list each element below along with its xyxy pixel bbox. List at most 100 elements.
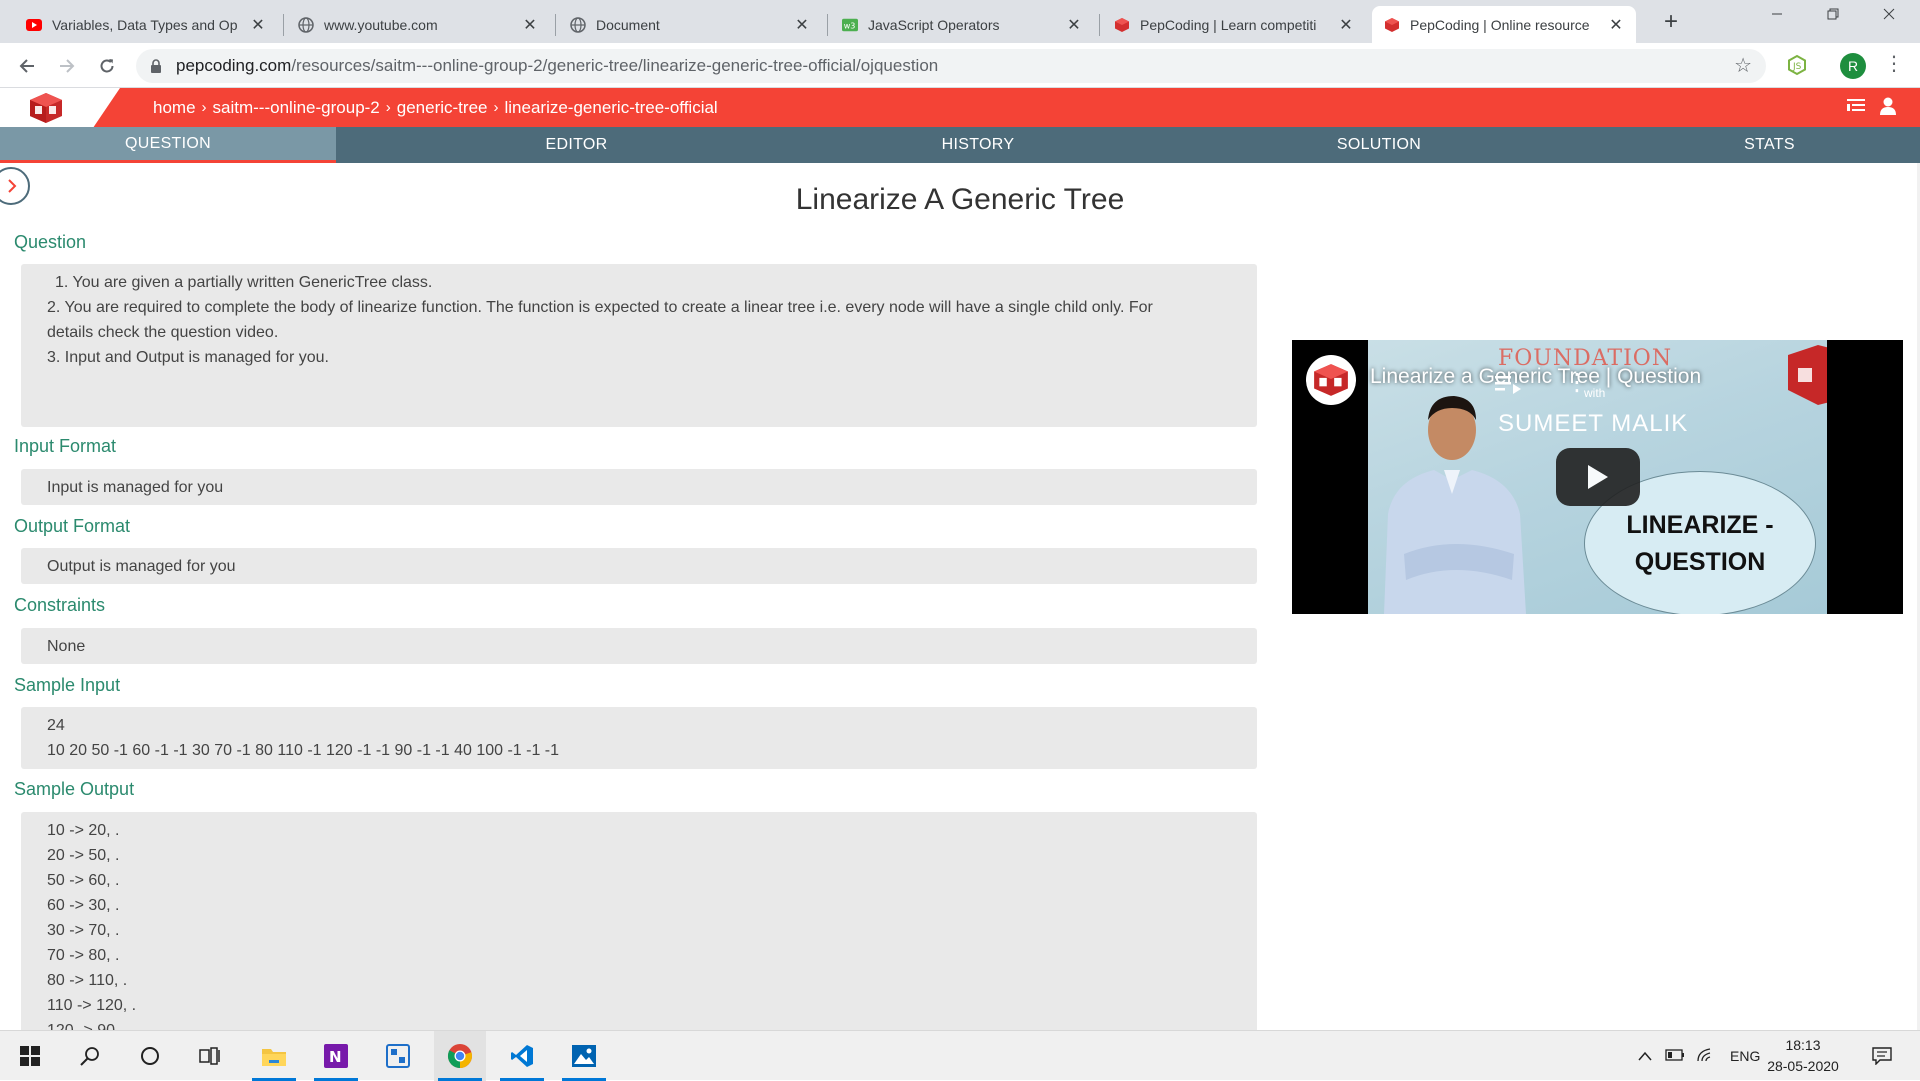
- close-icon[interactable]: ✕: [250, 15, 266, 35]
- tab-title: Document: [596, 16, 660, 33]
- onenote-icon[interactable]: N: [310, 1031, 362, 1081]
- play-button[interactable]: [1556, 448, 1640, 506]
- breadcrumb-topic[interactable]: generic-tree: [397, 98, 488, 118]
- sample-input-label: Sample Input: [14, 675, 121, 695]
- channel-logo[interactable]: [1306, 355, 1356, 405]
- browser-toolbar: pepcoding.com/resources/saitm---online-g…: [0, 43, 1920, 88]
- tab-question[interactable]: QUESTION: [0, 127, 336, 163]
- sample-input-line: 10 20 50 -1 60 -1 -1 30 70 -1 80 110 -1 …: [47, 742, 560, 759]
- clock-date: 28-05-2020: [1767, 1058, 1839, 1074]
- close-icon[interactable]: ✕: [1066, 15, 1082, 35]
- restore-icon[interactable]: [1810, 4, 1856, 25]
- video-topic-line: QUESTION: [1634, 547, 1766, 576]
- browser-tab-strip: Variables, Data Types and Op ✕ www.youtu…: [0, 0, 1920, 43]
- cortana-icon[interactable]: [124, 1031, 176, 1081]
- tab-solution[interactable]: SOLUTION: [1139, 127, 1619, 163]
- close-icon[interactable]: ✕: [1338, 15, 1354, 35]
- constraints-label: Constraints: [14, 595, 106, 615]
- url-host: pepcoding.com: [176, 56, 292, 75]
- list-icon[interactable]: [1846, 96, 1868, 118]
- output-format-body: Output is managed for you: [21, 548, 1257, 584]
- youtube-icon: [26, 17, 42, 33]
- vscode-icon[interactable]: [496, 1031, 548, 1081]
- question-panel: Linearize A Generic Tree Question 1. You…: [0, 163, 1920, 1030]
- sample-output-label: Sample Output: [14, 779, 135, 799]
- new-tab-button[interactable]: +: [1656, 8, 1686, 36]
- notifications-icon[interactable]: [1856, 1031, 1908, 1081]
- tab-title: www.youtube.com: [324, 16, 438, 33]
- sample-input-line: 24: [47, 717, 65, 734]
- tab-history[interactable]: HISTORY: [817, 127, 1139, 163]
- browser-tab-active[interactable]: PepCoding | Online resource ✕: [1372, 6, 1636, 43]
- problem-tabs: QUESTION EDITOR HISTORY SOLUTION STATS: [0, 127, 1920, 163]
- browser-tab[interactable]: PepCoding | Learn competiti ✕: [1102, 6, 1366, 43]
- forward-arrow-icon[interactable]: [52, 51, 82, 81]
- sample-output-line: 60 -> 30, .: [47, 897, 120, 914]
- browser-tab[interactable]: www.youtube.com ✕: [286, 6, 550, 43]
- chevron-right-icon: ›: [385, 99, 391, 116]
- user-icon[interactable]: [1878, 96, 1900, 118]
- file-explorer-icon[interactable]: [248, 1031, 300, 1081]
- address-bar[interactable]: pepcoding.com/resources/saitm---online-g…: [136, 49, 1766, 83]
- close-icon[interactable]: ✕: [522, 15, 538, 35]
- profile-avatar[interactable]: R: [1840, 53, 1866, 79]
- windows-taskbar: N ENG 18:13 28-05-2020: [0, 1030, 1920, 1081]
- tab-divider: [827, 14, 828, 36]
- browser-menu-icon[interactable]: ⋮: [1884, 51, 1904, 76]
- window-close-icon[interactable]: [1866, 4, 1912, 25]
- video-title[interactable]: Linearize a Generic Tree | Question: [1370, 365, 1701, 389]
- question-line: details check the question video.: [47, 324, 279, 341]
- calculator-app-icon[interactable]: [372, 1031, 424, 1081]
- sample-output-line: 120 -> 90, .: [47, 1018, 1231, 1030]
- question-body: 1. You are given a partially written Gen…: [21, 264, 1257, 427]
- system-tray: ENG: [1634, 1031, 1760, 1081]
- wifi-icon[interactable]: [1690, 1047, 1720, 1066]
- lock-icon: [150, 58, 162, 73]
- breadcrumb-group[interactable]: saitm---online-group-2: [213, 98, 380, 118]
- question-label: Question: [14, 232, 87, 252]
- tab-title: JavaScript Operators: [868, 16, 1000, 33]
- logo-area: [0, 88, 120, 127]
- breadcrumb-home[interactable]: home: [153, 98, 196, 118]
- playlist-icon[interactable]: [1495, 374, 1523, 396]
- browser-tab[interactable]: Variables, Data Types and Op ✕: [14, 6, 278, 43]
- task-view-icon[interactable]: [184, 1031, 236, 1081]
- sample-output-body: 10 -> 20, . 20 -> 50, . 50 -> 60, . 60 -…: [21, 812, 1257, 1030]
- input-format-body: Input is managed for you: [21, 469, 1257, 505]
- bookmark-star-icon[interactable]: ☆: [1734, 53, 1752, 78]
- video-more-icon[interactable]: ⋮: [1565, 368, 1589, 397]
- browser-tab[interactable]: w3 JavaScript Operators ✕: [830, 6, 1094, 43]
- extension-icon[interactable]: JS: [1786, 54, 1808, 76]
- browser-tab[interactable]: Document ✕: [558, 6, 822, 43]
- pepcoding-icon: [1384, 17, 1400, 33]
- pepcoding-cube-graphic: [1788, 345, 1827, 405]
- sample-output-line: 50 -> 60, .: [47, 872, 120, 889]
- output-format-label: Output Format: [14, 516, 131, 536]
- taskbar-clock[interactable]: 18:13 28-05-2020: [1763, 1035, 1843, 1077]
- battery-icon[interactable]: [1660, 1048, 1690, 1064]
- close-icon[interactable]: ✕: [1608, 15, 1624, 35]
- input-format-label: Input Format: [14, 436, 117, 456]
- video-topic-line: LINEARIZE -: [1626, 510, 1774, 539]
- minimize-icon[interactable]: [1754, 4, 1800, 25]
- site-header: home › saitm---online-group-2 › generic-…: [0, 88, 1920, 127]
- windows-start-icon[interactable]: [4, 1031, 56, 1081]
- photos-icon[interactable]: [558, 1031, 610, 1081]
- tab-divider: [555, 14, 556, 36]
- pepcoding-logo[interactable]: [28, 92, 64, 124]
- svg-text:w3: w3: [844, 21, 856, 30]
- tab-editor[interactable]: EDITOR: [336, 127, 817, 163]
- sample-output-line: 10 -> 20, .: [47, 822, 120, 839]
- back-arrow-icon[interactable]: [12, 51, 42, 81]
- reload-icon[interactable]: [92, 51, 122, 81]
- svg-text:JS: JS: [1792, 62, 1802, 72]
- tab-stats[interactable]: STATS: [1619, 127, 1920, 163]
- chevron-right-icon: ›: [201, 99, 207, 116]
- search-icon[interactable]: [64, 1031, 116, 1081]
- breadcrumb-current: linearize-generic-tree-official: [504, 97, 718, 117]
- close-icon[interactable]: ✕: [794, 15, 810, 35]
- chevron-up-icon[interactable]: [1634, 1048, 1656, 1064]
- sample-output-line: 30 -> 70, .: [47, 922, 120, 939]
- language-indicator[interactable]: ENG: [1730, 1048, 1760, 1064]
- chrome-icon[interactable]: [434, 1031, 486, 1081]
